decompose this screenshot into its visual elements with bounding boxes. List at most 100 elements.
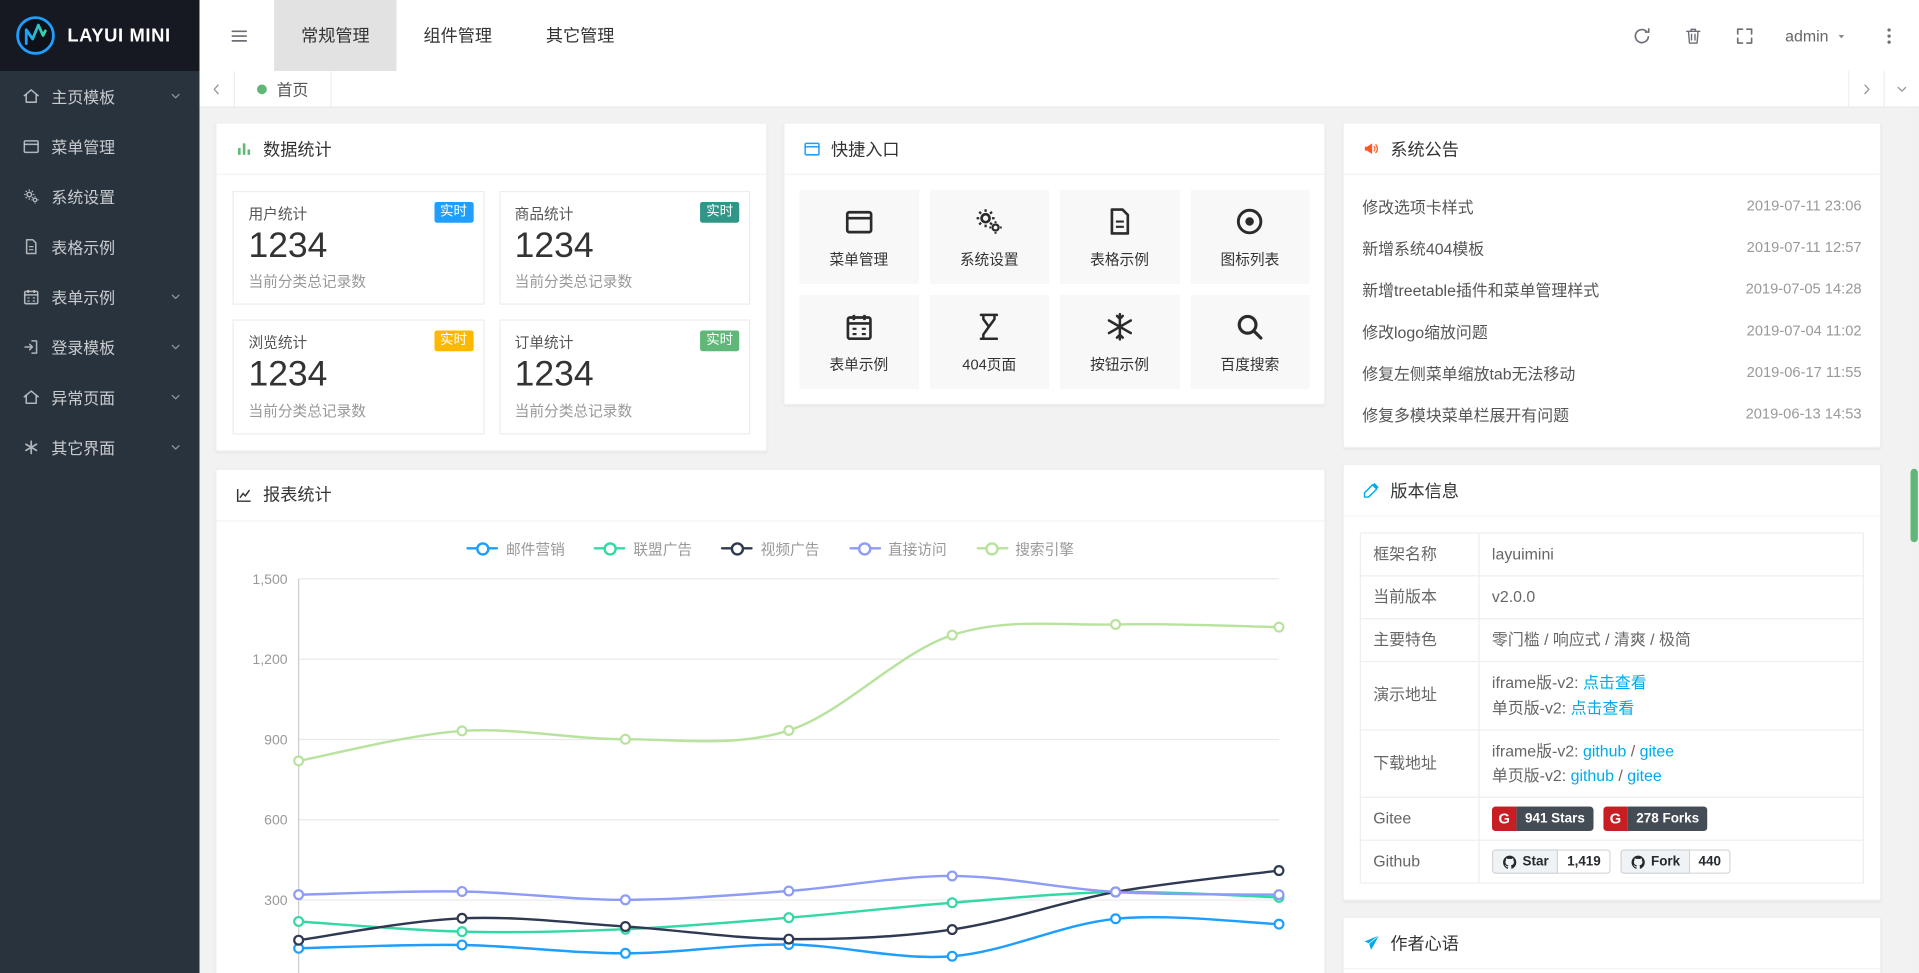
tab-home[interactable]: 首页 — [235, 71, 332, 106]
legend-line-icon — [594, 542, 626, 555]
quick-link-0[interactable]: 菜单管理 — [799, 190, 918, 284]
tab-scroll-left-icon[interactable] — [199, 71, 234, 106]
github-star-count: 1,419 — [1559, 850, 1611, 874]
github-star-badge[interactable]: Star1,419 — [1492, 850, 1611, 874]
version-value-name: layuimini — [1479, 533, 1863, 576]
table-row: Github Star1,419 Fork440 — [1360, 840, 1863, 883]
quick-link-1[interactable]: 系统设置 — [930, 190, 1049, 284]
sidebar-item-6[interactable]: 异常页面 — [0, 372, 199, 422]
download-link-iframe-github[interactable]: github — [1583, 741, 1626, 759]
gitee-logo-icon: G — [1603, 807, 1627, 831]
chevron-down-icon — [169, 290, 182, 303]
sidebar-item-0[interactable]: 主页模板 — [0, 71, 199, 121]
sidebar-item-1[interactable]: 菜单管理 — [0, 121, 199, 171]
svg-text:1,200: 1,200 — [252, 651, 287, 667]
legend-item-1[interactable]: 联盟广告 — [594, 538, 692, 559]
collapse-sidebar-icon[interactable] — [229, 25, 250, 46]
version-label: 框架名称 — [1360, 533, 1479, 576]
tab-scroll-right-icon[interactable] — [1848, 71, 1883, 106]
link-separator: / — [1614, 766, 1627, 784]
legend-line-icon — [976, 542, 1008, 555]
gears-icon — [973, 205, 1005, 237]
notice-row-2[interactable]: 新增treetable插件和菜单管理样式2019-07-05 14:28 — [1362, 268, 1861, 310]
chevron-down-icon — [169, 441, 182, 454]
stat-desc: 当前分类总记录数 — [515, 400, 735, 421]
version-label: 演示地址 — [1360, 662, 1479, 730]
quick-link-2[interactable]: 表格示例 — [1060, 190, 1179, 284]
notice-row-3[interactable]: 修改logo缩放问题2019-07-04 11:02 — [1362, 310, 1861, 352]
legend-item-4[interactable]: 搜索引擎 — [976, 538, 1074, 559]
clear-cache-icon[interactable] — [1682, 25, 1703, 46]
legend-label: 联盟广告 — [633, 538, 692, 559]
notice-row-0[interactable]: 修改选项卡样式2019-07-11 23:06 — [1362, 185, 1861, 227]
file-icon — [22, 237, 40, 255]
notice-text: 修改选项卡样式 — [1362, 194, 1473, 217]
calendar-icon — [22, 288, 40, 306]
sidebar-item-label: 异常页面 — [51, 386, 168, 409]
download-link-single-github[interactable]: github — [1571, 766, 1614, 784]
refresh-icon[interactable] — [1631, 25, 1652, 46]
author-card: 作者心语 本模板基于layui2.5.4以及font-awesome-4.7.0… — [1343, 917, 1882, 973]
notice-date: 2019-07-04 11:02 — [1747, 322, 1862, 339]
download-link-iframe-gitee[interactable]: gitee — [1640, 741, 1675, 759]
notice-row-4[interactable]: 修复左侧菜单缩放tab无法移动2019-06-17 11:55 — [1362, 351, 1861, 393]
paper-plane-icon — [1362, 934, 1380, 952]
sidebar-item-label: 系统设置 — [51, 185, 182, 208]
tab-operations-icon[interactable] — [1884, 71, 1919, 106]
download-link-single-gitee[interactable]: gitee — [1627, 766, 1662, 784]
quick-link-3[interactable]: 图标列表 — [1190, 190, 1309, 284]
more-menu-icon[interactable] — [1879, 25, 1900, 46]
sidebar-item-2[interactable]: 系统设置 — [0, 171, 199, 221]
gitee-forks-badge[interactable]: G278 Forks — [1603, 807, 1707, 831]
gitee-logo-icon: G — [1492, 807, 1516, 831]
scrollbar-thumb[interactable] — [1911, 469, 1918, 542]
github-fork-badge[interactable]: Fork 440 — [1620, 850, 1730, 874]
sidebar-menu: 主页模板菜单管理系统设置表格示例表单示例登录模板异常页面其它界面 — [0, 71, 199, 472]
header-tab-0[interactable]: 常规管理 — [274, 0, 396, 71]
github-icon — [1502, 854, 1518, 870]
home-icon — [22, 388, 40, 406]
hourglass-icon — [973, 310, 1005, 342]
user-dropdown[interactable]: admin — [1785, 26, 1848, 44]
quick-link-4[interactable]: 表单示例 — [799, 295, 918, 389]
table-row: 当前版本 v2.0.0 — [1360, 576, 1863, 619]
demo-link-single[interactable]: 点击查看 — [1571, 698, 1635, 716]
github-fork-label: Fork — [1651, 851, 1680, 872]
notice-date: 2019-07-05 14:28 — [1746, 280, 1862, 297]
sidebar-item-7[interactable]: 其它界面 — [0, 422, 199, 472]
legend-item-2[interactable]: 视频广告 — [721, 538, 819, 559]
gitee-stars-badge[interactable]: G941 Stars — [1492, 807, 1594, 831]
scrollbar[interactable] — [1909, 106, 1919, 973]
github-fork-count: 440 — [1690, 850, 1731, 874]
window-icon — [22, 137, 40, 155]
sidebar-item-5[interactable]: 登录模板 — [0, 322, 199, 372]
pen-icon — [1362, 481, 1380, 499]
demo-link-iframe[interactable]: 点击查看 — [1583, 674, 1647, 692]
sidebar-item-label: 表格示例 — [51, 235, 182, 258]
legend-item-0[interactable]: 邮件营销 — [467, 538, 565, 559]
version-card: 版本信息 框架名称 layuimini 当前版本 v2.0.0 主要特色 — [1343, 464, 1882, 901]
quick-link-6[interactable]: 按钮示例 — [1060, 295, 1179, 389]
right-column: 系统公告 修改选项卡样式2019-07-11 23:06新增系统404模板201… — [1343, 122, 1882, 973]
app-logo[interactable]: LAYUI MINI — [0, 0, 199, 71]
line-chart-icon — [235, 486, 253, 504]
table-row: Gitee G941 Stars G278 Forks — [1360, 797, 1863, 840]
sidebar-item-3[interactable]: 表格示例 — [0, 222, 199, 272]
notice-date: 2019-07-11 12:57 — [1747, 239, 1862, 256]
quick-link-5[interactable]: 404页面 — [930, 295, 1049, 389]
header-tab-2[interactable]: 其它管理 — [519, 0, 641, 71]
stat-value: 1234 — [248, 355, 468, 396]
quick-link-label: 404页面 — [962, 353, 1016, 374]
quick-link-7[interactable]: 百度搜索 — [1190, 295, 1309, 389]
fullscreen-icon[interactable] — [1734, 25, 1755, 46]
author-text-body: 本模板基于layui2.5.4以及font-awesome-4.7.0进行实现。… — [1344, 970, 1880, 973]
legend-item-3[interactable]: 直接访问 — [849, 538, 947, 559]
page-tabbar: 首页 — [199, 71, 1919, 108]
notice-row-1[interactable]: 新增系统404模板2019-07-11 12:57 — [1362, 226, 1861, 268]
header-tab-1[interactable]: 组件管理 — [397, 0, 519, 71]
quick-title: 快捷入口 — [831, 136, 900, 160]
version-title: 版本信息 — [1390, 478, 1459, 502]
legend-line-icon — [721, 542, 753, 555]
notice-row-5[interactable]: 修复多模块菜单栏展开有问题2019-06-13 14:53 — [1362, 393, 1861, 435]
sidebar-item-4[interactable]: 表单示例 — [0, 272, 199, 322]
